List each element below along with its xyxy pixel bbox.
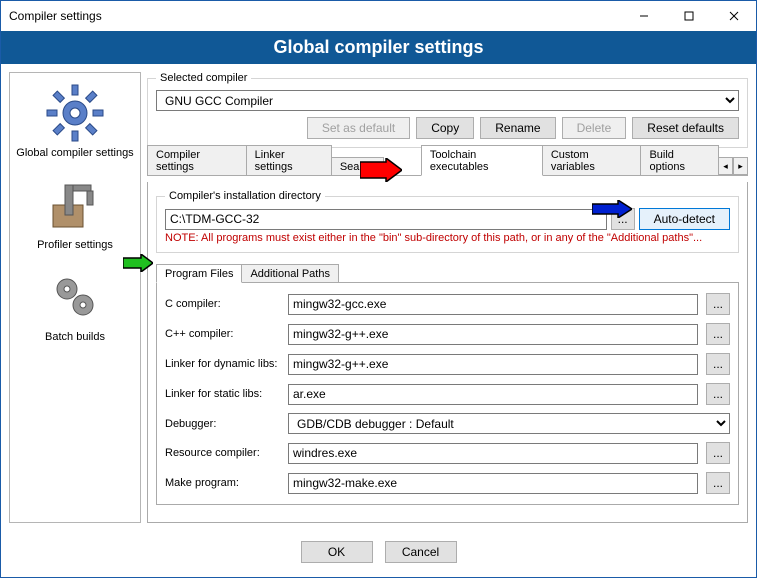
install-dir-note: NOTE: All programs must exist either in … xyxy=(165,232,730,244)
window-title: Compiler settings xyxy=(9,9,621,23)
sidebar-item-profiler[interactable]: Profiler settings xyxy=(10,169,140,261)
tab-custom-variables[interactable]: Custom variables xyxy=(542,145,642,175)
browse-resource-compiler[interactable]: ... xyxy=(706,442,730,464)
browse-make-program[interactable]: ... xyxy=(706,472,730,494)
program-files-panel: C compiler: ... C++ compiler: ... Linker… xyxy=(156,283,739,505)
label-resource-compiler: Resource compiler: xyxy=(165,447,280,459)
row-c-compiler: C compiler: ... xyxy=(165,293,730,315)
set-default-button[interactable]: Set as default xyxy=(307,117,410,139)
batch-icon xyxy=(45,267,105,327)
install-dir-input[interactable] xyxy=(165,209,607,230)
tab-linker-settings[interactable]: Linker settings xyxy=(246,145,332,175)
tab-scroll-right[interactable]: ▸ xyxy=(733,157,748,175)
selected-compiler-group: Selected compiler GNU GCC Compiler Set a… xyxy=(147,72,748,148)
row-make-program: Make program: ... xyxy=(165,472,730,494)
cancel-button[interactable]: Cancel xyxy=(385,541,457,563)
install-dir-group: Compiler's installation directory ... Au… xyxy=(156,190,739,253)
tab-search[interactable]: Search xyxy=(331,157,384,175)
page-title: Global compiler settings xyxy=(1,31,756,64)
titlebar: Compiler settings xyxy=(1,1,756,31)
label-debugger: Debugger: xyxy=(165,418,280,430)
sidebar-item-label: Profiler settings xyxy=(37,239,113,251)
window-controls xyxy=(621,1,756,31)
tab-scroll-left[interactable]: ◂ xyxy=(718,157,733,175)
row-cpp-compiler: C++ compiler: ... xyxy=(165,323,730,345)
label-make-program: Make program: xyxy=(165,477,280,489)
input-c-compiler[interactable] xyxy=(288,294,698,315)
toolchain-pane: Compiler's installation directory ... Au… xyxy=(147,182,748,523)
row-linker-dynamic: Linker for dynamic libs: ... xyxy=(165,353,730,375)
ok-button[interactable]: OK xyxy=(301,541,373,563)
tab-build-options[interactable]: Build options xyxy=(640,145,719,175)
input-linker-dynamic[interactable] xyxy=(288,354,698,375)
maximize-button[interactable] xyxy=(666,1,711,31)
selected-compiler-legend: Selected compiler xyxy=(156,72,251,84)
close-button[interactable] xyxy=(711,1,756,31)
tab-compiler-settings[interactable]: Compiler settings xyxy=(147,145,247,175)
label-linker-static: Linker for static libs: xyxy=(165,388,280,400)
dialog-footer: OK Cancel xyxy=(1,531,756,577)
sub-tabbar: Program Files Additional Paths xyxy=(156,261,739,283)
compiler-select[interactable]: GNU GCC Compiler xyxy=(156,90,739,111)
label-linker-dynamic: Linker for dynamic libs: xyxy=(165,358,280,370)
main-panel: Selected compiler GNU GCC Compiler Set a… xyxy=(147,72,748,523)
label-cpp-compiler: C++ compiler: xyxy=(165,328,280,340)
subtab-additional-paths[interactable]: Additional Paths xyxy=(241,264,339,282)
profiler-icon xyxy=(45,175,105,235)
label-c-compiler: C compiler: xyxy=(165,298,280,310)
select-debugger[interactable]: GDB/CDB debugger : Default xyxy=(288,413,730,434)
browse-cpp-compiler[interactable]: ... xyxy=(706,323,730,345)
gear-icon xyxy=(45,83,105,143)
input-make-program[interactable] xyxy=(288,473,698,494)
sidebar-item-global-compiler[interactable]: Global compiler settings xyxy=(10,77,140,169)
input-cpp-compiler[interactable] xyxy=(288,324,698,345)
browse-linker-dynamic[interactable]: ... xyxy=(706,353,730,375)
sidebar-item-batch-builds[interactable]: Batch builds xyxy=(10,261,140,353)
install-dir-legend: Compiler's installation directory xyxy=(165,190,325,202)
subtab-program-files[interactable]: Program Files xyxy=(156,264,242,283)
delete-button[interactable]: Delete xyxy=(562,117,627,139)
copy-button[interactable]: Copy xyxy=(416,117,474,139)
dialog-window: Compiler settings Global compiler settin… xyxy=(0,0,757,578)
tab-toolchain-executables[interactable]: Toolchain executables xyxy=(421,145,543,176)
sidebar-item-label: Batch builds xyxy=(45,331,105,343)
rename-button[interactable]: Rename xyxy=(480,117,555,139)
input-resource-compiler[interactable] xyxy=(288,443,698,464)
sidebar: Global compiler settings Profiler settin… xyxy=(9,72,141,523)
autodetect-button[interactable]: Auto-detect xyxy=(639,208,730,230)
browse-linker-static[interactable]: ... xyxy=(706,383,730,405)
content-area: Global compiler settings Profiler settin… xyxy=(1,64,756,531)
input-linker-static[interactable] xyxy=(288,384,698,405)
row-resource-compiler: Resource compiler: ... xyxy=(165,442,730,464)
row-debugger: Debugger: GDB/CDB debugger : Default xyxy=(165,413,730,434)
main-tabbar: Compiler settings Linker settings Search… xyxy=(147,154,748,176)
reset-defaults-button[interactable]: Reset defaults xyxy=(632,117,739,139)
browse-c-compiler[interactable]: ... xyxy=(706,293,730,315)
row-linker-static: Linker for static libs: ... xyxy=(165,383,730,405)
minimize-button[interactable] xyxy=(621,1,666,31)
sidebar-item-label: Global compiler settings xyxy=(16,147,133,159)
browse-install-dir-button[interactable]: ... xyxy=(611,208,635,230)
